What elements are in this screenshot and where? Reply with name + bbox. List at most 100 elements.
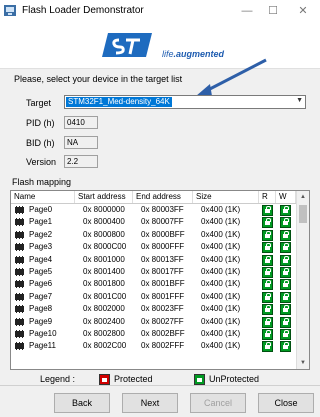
start-address-cell: 0x 8001C00: [83, 291, 127, 301]
size-cell: 0x400 (1K): [201, 316, 241, 326]
target-label: Target: [26, 98, 52, 108]
write-unprotected-icon[interactable]: [280, 291, 291, 303]
scroll-thumb[interactable]: [299, 205, 307, 223]
size-cell: 0x400 (1K): [201, 291, 241, 301]
end-address-cell: 0x 8002FFF: [141, 341, 185, 351]
back-button[interactable]: Back: [54, 393, 110, 413]
start-address-cell: 0x 8000400: [83, 217, 125, 227]
page-name-cell: Page2: [29, 229, 53, 239]
cancel-button[interactable]: Cancel: [190, 393, 246, 413]
bid-field: NA: [64, 136, 98, 149]
chip-icon: [15, 342, 24, 351]
read-unprotected-icon[interactable]: [262, 329, 273, 340]
end-address-cell: 0x 8001FFF: [141, 291, 185, 301]
write-unprotected-icon[interactable]: [280, 279, 291, 291]
read-unprotected-icon[interactable]: [262, 217, 273, 229]
chip-icon: [15, 305, 24, 314]
chip-icon: [15, 243, 24, 252]
read-unprotected-icon[interactable]: [262, 304, 273, 316]
column-header[interactable]: R: [259, 191, 276, 203]
chip-icon: [15, 268, 24, 276]
table-row[interactable]: Page8 0x 8002000 0x 80023FF 0x400 (1K): [11, 303, 297, 316]
write-unprotected-icon[interactable]: [280, 304, 291, 316]
start-address-cell: 0x 8001800: [83, 279, 125, 289]
table-row[interactable]: Page10 0x 8002800 0x 8002BFF 0x400 (1K): [11, 328, 297, 340]
page-name-cell: Page10: [29, 329, 57, 338]
chip-icon: [15, 230, 24, 239]
page-name-cell: Page6: [29, 279, 53, 289]
page-name-cell: Page8: [29, 304, 53, 314]
chevron-down-icon[interactable]: ▼: [296, 97, 303, 104]
write-unprotected-icon[interactable]: [280, 205, 291, 216]
instruction-text: Please, select your device in the target…: [14, 74, 183, 84]
write-unprotected-icon[interactable]: [280, 341, 291, 353]
start-address-cell: 0x 8002C00: [83, 341, 127, 351]
read-unprotected-icon[interactable]: [262, 254, 273, 266]
column-header[interactable]: Start address: [75, 191, 133, 203]
scroll-up-icon[interactable]: ▲: [297, 191, 309, 203]
end-address-cell: 0x 80023FF: [141, 304, 184, 314]
table-row[interactable]: Page7 0x 8001C00 0x 8001FFF 0x400 (1K): [11, 291, 297, 303]
table-row[interactable]: Page5 0x 8001400 0x 80017FF 0x400 (1K): [11, 266, 297, 278]
table-row[interactable]: Page0 0x 8000000 0x 80003FF 0x400 (1K): [11, 204, 297, 216]
lock-unprotected-icon: [194, 374, 205, 385]
read-unprotected-icon[interactable]: [262, 279, 273, 291]
start-address-cell: 0x 8000800: [83, 229, 125, 239]
table-row[interactable]: Page1 0x 8000400 0x 80007FF 0x400 (1K): [11, 216, 297, 229]
flash-mapping-title: Flash mapping: [12, 177, 72, 187]
size-cell: 0x400 (1K): [201, 341, 241, 351]
start-address-cell: 0x 8001400: [83, 267, 125, 276]
chip-icon: [15, 206, 24, 214]
bid-label: BID (h): [26, 138, 55, 148]
table-row[interactable]: Page11 0x 8002C00 0x 8002FFF 0x400 (1K): [11, 340, 297, 353]
page-name-cell: Page3: [29, 242, 53, 252]
size-cell: 0x400 (1K): [201, 242, 241, 252]
window-title: Flash Loader Demonstrator: [22, 5, 144, 16]
chip-icon: [15, 255, 24, 264]
end-address-cell: 0x 8000BFF: [141, 229, 185, 239]
read-unprotected-icon[interactable]: [262, 242, 273, 254]
maximize-button[interactable]: ☐: [260, 2, 286, 20]
read-unprotected-icon[interactable]: [262, 205, 273, 216]
write-unprotected-icon[interactable]: [280, 242, 291, 254]
column-header[interactable]: Name: [11, 191, 75, 203]
vertical-scrollbar[interactable]: ▲ ▼: [296, 191, 309, 369]
page-name-cell: Page4: [29, 254, 53, 264]
write-unprotected-icon[interactable]: [280, 254, 291, 266]
read-unprotected-icon[interactable]: [262, 229, 273, 241]
read-unprotected-icon[interactable]: [262, 316, 273, 328]
write-unprotected-icon[interactable]: [280, 229, 291, 241]
minimize-button[interactable]: —: [234, 2, 260, 20]
close-window-button[interactable]: ✕: [290, 2, 316, 20]
size-cell: 0x400 (1K): [201, 329, 241, 338]
column-header[interactable]: W: [276, 191, 296, 203]
start-address-cell: 0x 8000000: [83, 205, 125, 214]
start-address-cell: 0x 8002800: [83, 329, 125, 338]
column-header[interactable]: Size: [193, 191, 259, 203]
flash-mapping-table[interactable]: Name Start address End address Size R W …: [10, 190, 310, 370]
table-row[interactable]: Page3 0x 8000C00 0x 8000FFF 0x400 (1K): [11, 241, 297, 254]
table-row[interactable]: Page6 0x 8001800 0x 8001BFF 0x400 (1K): [11, 278, 297, 291]
column-header[interactable]: End address: [133, 191, 193, 203]
table-row[interactable]: Page2 0x 8000800 0x 8000BFF 0x400 (1K): [11, 229, 297, 241]
read-unprotected-icon[interactable]: [262, 267, 273, 278]
end-address-cell: 0x 80013FF: [141, 254, 184, 264]
page-name-cell: Page5: [29, 267, 53, 276]
page-name-cell: Page7: [29, 291, 53, 301]
table-row[interactable]: Page9 0x 8002400 0x 80027FF 0x400 (1K): [11, 316, 297, 328]
next-button[interactable]: Next: [122, 393, 178, 413]
scroll-down-icon[interactable]: ▼: [297, 357, 309, 369]
end-address-cell: 0x 80017FF: [141, 267, 184, 276]
target-select[interactable]: STM32F1_Med-density_64K ▼: [64, 95, 306, 109]
write-unprotected-icon[interactable]: [280, 329, 291, 340]
write-unprotected-icon[interactable]: [280, 267, 291, 278]
close-button[interactable]: Close: [258, 393, 314, 413]
read-unprotected-icon[interactable]: [262, 291, 273, 303]
write-unprotected-icon[interactable]: [280, 217, 291, 229]
chip-icon: [15, 292, 24, 301]
table-row[interactable]: Page4 0x 8001000 0x 80013FF 0x400 (1K): [11, 254, 297, 266]
pid-field: 0410: [64, 116, 98, 129]
read-unprotected-icon[interactable]: [262, 341, 273, 353]
target-value: STM32F1_Med-density_64K: [66, 97, 172, 107]
write-unprotected-icon[interactable]: [280, 316, 291, 328]
